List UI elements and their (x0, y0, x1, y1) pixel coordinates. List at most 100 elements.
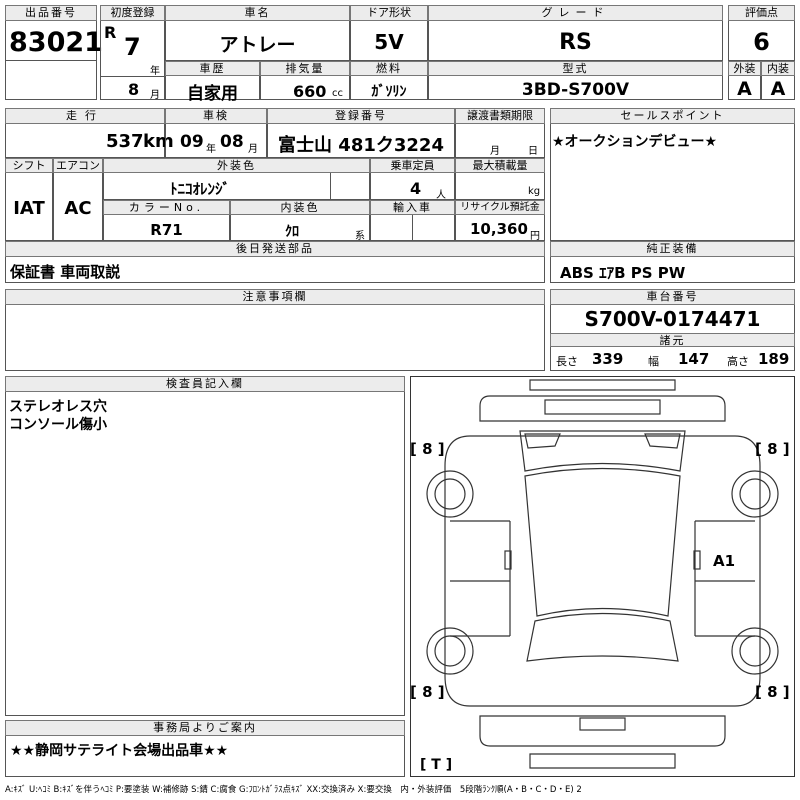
shift: IAT (13, 198, 45, 219)
evaluation-score: 6 (753, 28, 770, 56)
inspection-header: 車検 (165, 108, 267, 124)
transfer-day-unit: 日 (528, 146, 538, 157)
capacity-unit: 人 (436, 190, 446, 201)
int-score-header: 内装 (761, 61, 795, 76)
width: 147 (678, 350, 710, 368)
shift-header: シフト (5, 158, 53, 173)
ext-color-header: 外装色 (103, 158, 370, 173)
first-reg-era: R (104, 23, 117, 42)
first-reg-month: 8 (128, 80, 140, 99)
car-name-header: 車名 (165, 5, 350, 21)
inspector-header: 検査員記入欄 (5, 376, 405, 392)
grade: RS (559, 30, 592, 55)
chassis-header: 車台番号 (550, 289, 795, 305)
transfer-header: 譲渡書類期限 (455, 108, 545, 124)
recycle-header: リサイクル預託金 (455, 200, 545, 215)
wheel-front-left (426, 470, 474, 518)
wheel-rear-right-inner (739, 635, 771, 667)
fuel: ｶﾞｿﾘﾝ (371, 84, 407, 100)
damage-mark-a1: A1 (713, 552, 736, 570)
ext-score-header: 外装 (728, 61, 761, 76)
exterior-color: ﾄﾆｺｵﾚﾝｼﾞ (170, 180, 231, 198)
inspection-year: 09 (180, 132, 204, 152)
grade-header: グレード (428, 5, 723, 21)
model-code: 3BD-S700V (521, 80, 630, 100)
first-reg-divider (100, 76, 165, 77)
wheel-front-right-inner (739, 478, 771, 510)
first-reg-year: 7 (124, 33, 141, 61)
recycle-unit: 円 (530, 231, 540, 242)
rear-window (526, 612, 679, 662)
displacement-header: 排気量 (260, 61, 350, 76)
body-outline (444, 435, 761, 707)
first-reg-month-unit: 月 (150, 90, 160, 101)
roof (524, 467, 681, 617)
grille (544, 399, 661, 415)
score-header: 評価点 (728, 5, 795, 21)
car-history: 自家用 (187, 84, 238, 104)
car-name: アトレー (219, 34, 296, 56)
side-left (450, 520, 511, 637)
inspector-line-1: ステレオレス穴 (9, 399, 107, 415)
length-label: 長さ (556, 355, 578, 368)
displacement-unit: cc (332, 88, 343, 99)
model-header: 型式 (428, 61, 723, 76)
wheel-front-left-inner (434, 478, 466, 510)
width-label: 幅 (648, 355, 659, 368)
genuine-equipment: ABS ｴｱB PS PW (560, 264, 686, 282)
mileage: 537 (106, 131, 144, 152)
inspection-month-unit: 月 (248, 144, 258, 155)
aircon-header: エアコン (53, 158, 103, 173)
wheel-rear-left-inner (434, 635, 466, 667)
interior-score: A (770, 78, 786, 100)
rear-bumper-outline (529, 753, 676, 769)
recycle-fee: 10,360 (470, 220, 528, 238)
rear-panel-outline (479, 715, 726, 747)
later-parts-header: 後日発送部品 (5, 241, 545, 257)
transfer-month-unit: 月 (490, 146, 500, 157)
mileage-header: 走行 (5, 108, 165, 124)
door-header: ドア形状 (350, 5, 428, 21)
sales-point-box (550, 108, 795, 241)
import-header: 輸入車 (370, 200, 455, 215)
lot-number: 83021 (9, 27, 103, 58)
first-reg-header: 初度登録 (100, 5, 165, 21)
plate-number: 富士山 481ク3224 (278, 135, 444, 156)
trunk-mark: [ T ] (420, 757, 453, 773)
inspection-month: 08 (220, 132, 244, 152)
ext-color-sub-divider (330, 173, 331, 200)
side-right (694, 520, 755, 637)
height-label: 高さ (727, 355, 749, 368)
later-parts: 保証書 車両取説 (10, 263, 121, 281)
wheel-rear-right (731, 627, 779, 675)
inspector-line-2: コンソール傷小 (9, 417, 107, 433)
genuine-equip-header: 純正装備 (550, 241, 795, 257)
sales-point-header: セールスポイント (550, 108, 795, 124)
sales-point: ★オークションデビュー★ (552, 134, 718, 150)
interior-color: ｸﾛ (285, 224, 299, 240)
import-divider (412, 215, 413, 241)
interior-color-unit: 系 (355, 231, 365, 242)
wheel-front-right (731, 470, 779, 518)
wheel-rear-left (426, 627, 474, 675)
length: 339 (592, 350, 624, 368)
door-type: 5V (374, 30, 404, 54)
capacity: 4 (410, 179, 422, 198)
fuel-header: 燃料 (350, 61, 428, 76)
max-load-unit: kg (528, 186, 541, 197)
tire-rear-right: [ 8 ] (755, 683, 790, 701)
office-note: ★★静岡サテライト会場出品車★★ (10, 743, 229, 759)
legend-footer: A:ｷｽﾞ U:ﾍｺﾐ B:ｷｽﾞを伴うﾍｺﾐ P:要塗装 W:補修跡 S:錆 … (5, 785, 582, 795)
height: 189 (758, 350, 790, 368)
notes-header: 注意事項欄 (5, 289, 545, 305)
exterior-score: A (737, 78, 752, 100)
first-reg-year-unit: 年 (150, 66, 160, 77)
chassis-number: S700V-0174471 (584, 307, 761, 331)
max-load-header: 最大積載量 (455, 158, 545, 173)
tire-rear-left: [ 8 ] (410, 683, 445, 701)
rear-plate (579, 717, 626, 731)
dimensions-header: 諸元 (550, 333, 795, 347)
windshield (519, 430, 686, 472)
inspection-year-unit: 年 (206, 144, 216, 155)
aircon: AC (64, 198, 92, 219)
